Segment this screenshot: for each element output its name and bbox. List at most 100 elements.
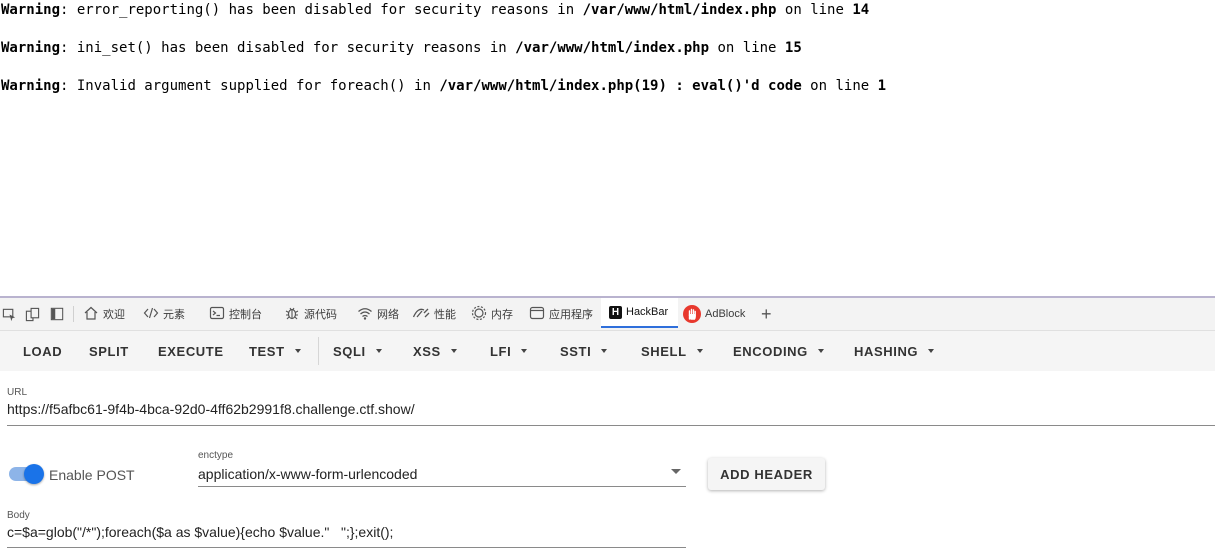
tabbar-divider — [73, 306, 74, 322]
warning-line: Warning: ini_set() has been disabled for… — [1, 40, 802, 56]
tab-label: 欢迎 — [103, 309, 125, 321]
button-label: HASHING — [854, 343, 919, 359]
plus-icon: + — [761, 303, 772, 324]
button-label: XSS — [413, 343, 441, 359]
tab-label: 网络 — [377, 309, 399, 321]
application-icon — [529, 305, 545, 324]
console-icon — [209, 305, 225, 324]
xss-menu-button[interactable]: XSS — [413, 331, 457, 371]
wifi-icon — [357, 305, 373, 324]
warning-message: : error_reporting() has been disabled fo… — [60, 2, 583, 18]
inspect-element-icon[interactable] — [2, 298, 17, 330]
caret-down-icon — [450, 349, 457, 353]
encoding-menu-button[interactable]: ENCODING — [733, 331, 824, 371]
tab-label: 元素 — [163, 309, 185, 321]
warning-label: Warning — [1, 78, 61, 94]
split-button[interactable]: SPLIT — [89, 331, 129, 371]
caret-down-icon — [817, 349, 824, 353]
enctype-select-underline — [198, 486, 686, 487]
test-menu-button[interactable]: TEST — [249, 331, 301, 371]
warning-line-number: 15 — [784, 40, 802, 56]
body-input-underline — [7, 547, 686, 548]
caret-down-icon — [294, 349, 301, 353]
devtools-tabbar: 欢迎 元素 控制台 源代码 网络 性能 内存 应用程序 H HackBar Ad… — [0, 298, 1215, 331]
warning-on-line: on line — [776, 2, 853, 18]
dropdown-arrow-icon[interactable] — [671, 469, 681, 474]
warning-message: : ini_set() has been disabled for securi… — [60, 40, 516, 56]
bug-icon — [284, 305, 300, 324]
sqli-menu-button[interactable]: SQLI — [333, 331, 382, 371]
warning-message: : Invalid argument supplied for foreach(… — [60, 78, 440, 94]
ssti-menu-button[interactable]: SSTI — [560, 331, 608, 371]
code-icon — [143, 305, 159, 324]
tab-hackbar[interactable]: H HackBar — [601, 298, 678, 328]
tab-label: 内存 — [491, 309, 513, 321]
warning-label: Warning — [1, 40, 61, 56]
button-label: LFI — [490, 343, 512, 359]
performance-icon — [412, 305, 430, 324]
warning-line-number: 14 — [852, 2, 870, 18]
devtools-panel: 欢迎 元素 控制台 源代码 网络 性能 内存 应用程序 H HackBar Ad… — [0, 296, 1215, 553]
button-label: SHELL — [641, 343, 687, 359]
url-input[interactable]: https://f5afbc61-9f4b-4bca-92d0-4ff62b29… — [7, 401, 415, 417]
tab-elements[interactable]: 元素 — [143, 298, 185, 330]
enable-post-toggle[interactable] — [9, 464, 44, 484]
button-label: LOAD — [23, 343, 63, 359]
caret-down-icon — [696, 349, 703, 353]
warning-file: /var/www/html/index.php — [582, 2, 777, 18]
enable-post-label: Enable POST — [49, 467, 135, 483]
caret-down-icon — [928, 349, 935, 353]
hashing-menu-button[interactable]: HASHING — [854, 331, 935, 371]
caret-down-icon — [601, 349, 608, 353]
tab-label: 控制台 — [229, 309, 262, 321]
dock-side-icon[interactable] — [50, 298, 64, 330]
load-button[interactable]: LOAD — [23, 331, 62, 371]
enctype-label: enctype — [198, 450, 234, 461]
body-label: Body — [7, 510, 30, 521]
home-icon — [83, 305, 99, 324]
warning-label: Warning — [1, 2, 61, 18]
warning-file: /var/www/html/index.php(19) : eval()'d c… — [439, 78, 802, 94]
tab-label: HackBar — [626, 306, 669, 318]
url-input-underline — [7, 425, 1215, 426]
lfi-menu-button[interactable]: LFI — [490, 331, 528, 371]
button-label: EXECUTE — [158, 343, 224, 359]
url-label: URL — [7, 387, 28, 398]
warning-line-number: 1 — [877, 78, 887, 94]
add-tab-button[interactable]: + — [761, 298, 772, 330]
tab-label: AdBlock — [705, 308, 746, 320]
memory-icon — [471, 305, 487, 324]
button-label: SSTI — [560, 343, 592, 359]
button-label: SPLIT — [89, 343, 129, 359]
warning-line: Warning: error_reporting() has been disa… — [1, 2, 869, 18]
button-label: ADD HEADER — [720, 466, 813, 482]
tab-application[interactable]: 应用程序 — [529, 298, 593, 330]
enctype-select[interactable]: application/x-www-form-urlencoded — [198, 466, 417, 482]
tab-sources[interactable]: 源代码 — [284, 298, 337, 330]
device-emulation-icon[interactable] — [25, 298, 40, 330]
body-input[interactable]: c=$a=glob("/*");foreach($a as $value){ec… — [7, 524, 393, 540]
tab-network[interactable]: 网络 — [357, 298, 399, 330]
adblock-icon — [683, 305, 701, 323]
hackbar-icon: H — [609, 305, 622, 319]
warning-line: Warning: Invalid argument supplied for f… — [1, 78, 886, 94]
tab-adblock[interactable]: AdBlock — [683, 298, 745, 330]
tab-label: 应用程序 — [549, 309, 593, 321]
tab-welcome[interactable]: 欢迎 — [83, 298, 125, 330]
caret-down-icon — [375, 349, 382, 353]
button-label: ENCODING — [733, 343, 808, 359]
button-label: SQLI — [333, 343, 366, 359]
execute-button[interactable]: EXECUTE — [158, 331, 224, 371]
add-header-button[interactable]: ADD HEADER — [708, 458, 825, 490]
button-label: TEST — [249, 343, 285, 359]
tab-label: 源代码 — [304, 309, 337, 321]
warning-on-line: on line — [709, 40, 785, 56]
tab-performance[interactable]: 性能 — [412, 298, 456, 330]
shell-menu-button[interactable]: SHELL — [641, 331, 703, 371]
caret-down-icon — [521, 349, 528, 353]
warning-on-line: on line — [801, 78, 878, 94]
toggle-knob[interactable] — [24, 464, 44, 484]
tab-console[interactable]: 控制台 — [209, 298, 262, 330]
tab-memory[interactable]: 内存 — [471, 298, 513, 330]
tab-label: 性能 — [434, 309, 456, 321]
